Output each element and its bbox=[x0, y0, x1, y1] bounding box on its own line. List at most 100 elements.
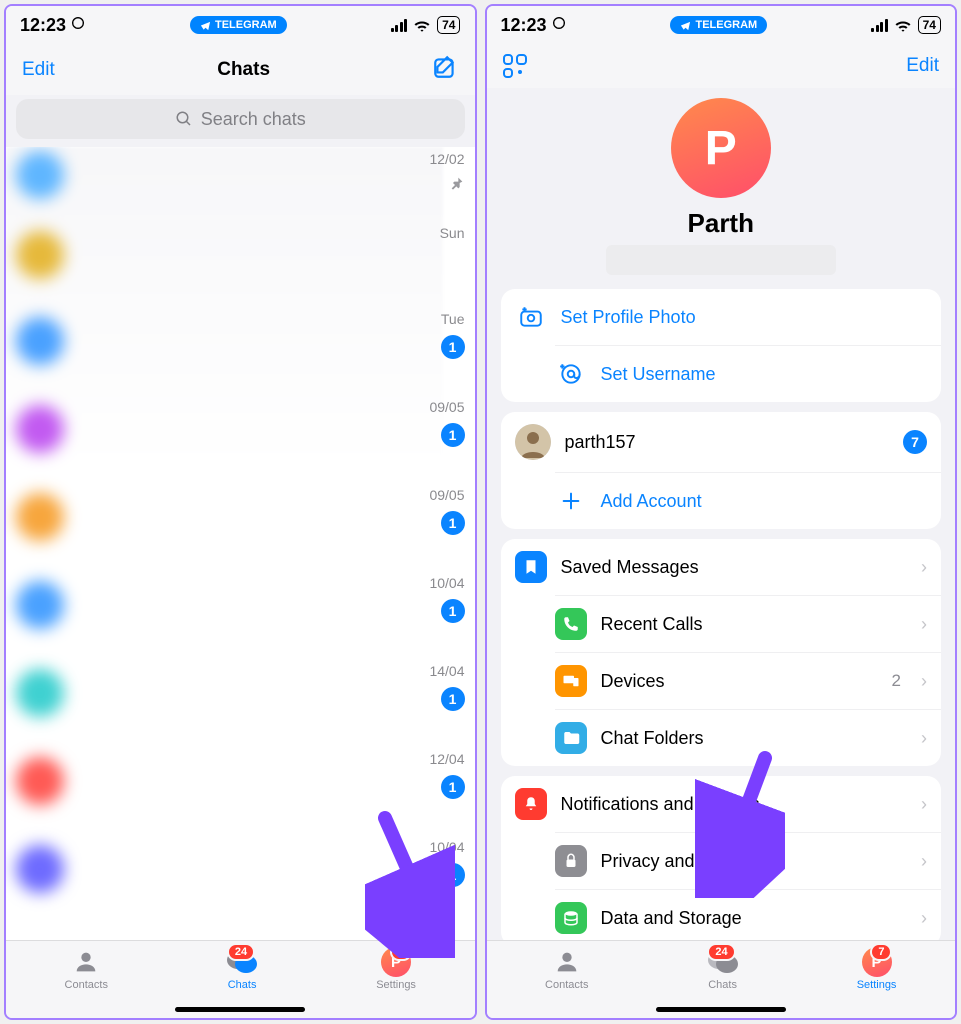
chevron-right-icon: › bbox=[921, 794, 927, 815]
battery-level: 74 bbox=[437, 16, 460, 34]
profile-avatar[interactable]: P bbox=[671, 98, 771, 198]
chat-date: 10/04 bbox=[429, 575, 464, 591]
chat-date: 12/04 bbox=[429, 751, 464, 767]
compose-icon[interactable] bbox=[432, 54, 458, 85]
wifi-icon bbox=[894, 18, 912, 32]
chevron-right-icon: › bbox=[921, 851, 927, 872]
chat-date: 09/05 bbox=[429, 399, 464, 415]
home-indicator[interactable] bbox=[175, 1007, 305, 1012]
telegram-pill[interactable]: TELEGRAM bbox=[190, 16, 287, 34]
signal-icon bbox=[391, 19, 408, 32]
saved-messages-row[interactable]: Saved Messages › bbox=[501, 539, 942, 595]
chat-date: 09/05 bbox=[429, 487, 464, 503]
tab-label: Settings bbox=[376, 979, 416, 991]
location-icon bbox=[70, 15, 86, 36]
tab-contacts[interactable]: Contacts bbox=[545, 947, 588, 991]
search-input[interactable]: Search chats bbox=[16, 99, 465, 139]
status-bar: 12:23 TELEGRAM 74 bbox=[487, 6, 956, 44]
chats-badge: 24 bbox=[707, 943, 735, 961]
row-label: Privacy and Security bbox=[601, 851, 908, 872]
unread-badge: 1 bbox=[441, 335, 465, 359]
phone-chats-screen: 12:23 TELEGRAM 74 Edit Chats Search chat… bbox=[4, 4, 477, 1020]
status-time: 12:23 bbox=[20, 15, 66, 36]
privacy-security-row[interactable]: Privacy and Security › bbox=[555, 832, 942, 889]
chats-nav-header: Edit Chats bbox=[6, 44, 475, 95]
devices-row[interactable]: Devices 2 › bbox=[555, 652, 942, 709]
chat-date: Sun bbox=[440, 225, 465, 241]
add-account-row[interactable]: Add Account bbox=[555, 472, 942, 529]
storage-icon bbox=[555, 902, 587, 934]
signal-icon bbox=[871, 19, 888, 32]
set-profile-photo-row[interactable]: Set Profile Photo bbox=[501, 289, 942, 345]
wifi-icon bbox=[413, 18, 431, 32]
data-storage-row[interactable]: Data and Storage › bbox=[555, 889, 942, 940]
profile-header: P Parth bbox=[487, 98, 956, 275]
settings-badge: 7 bbox=[870, 943, 892, 961]
chat-folders-row[interactable]: Chat Folders › bbox=[555, 709, 942, 766]
chevron-right-icon: › bbox=[921, 908, 927, 929]
tab-label: Contacts bbox=[65, 979, 108, 991]
notifications-row[interactable]: Notifications and Sounds › bbox=[501, 776, 942, 832]
status-time: 12:23 bbox=[501, 15, 547, 36]
edit-button[interactable]: Edit bbox=[22, 59, 55, 81]
chevron-right-icon: › bbox=[921, 671, 927, 692]
search-placeholder: Search chats bbox=[201, 109, 306, 130]
account-avatar bbox=[515, 424, 551, 460]
devices-count: 2 bbox=[892, 671, 901, 691]
profile-subtitle-blurred bbox=[606, 245, 836, 275]
bell-icon bbox=[515, 788, 547, 820]
contact-icon bbox=[550, 947, 584, 977]
unread-badge: 1 bbox=[441, 599, 465, 623]
profile-name: Parth bbox=[503, 208, 940, 239]
page-title: Chats bbox=[217, 59, 270, 81]
unread-badge: 1 bbox=[441, 511, 465, 535]
devices-icon bbox=[555, 665, 587, 697]
chevron-right-icon: › bbox=[921, 728, 927, 749]
row-label: Recent Calls bbox=[601, 614, 908, 635]
unread-badge: 1 bbox=[441, 687, 465, 711]
chat-date: 14/04 bbox=[429, 663, 464, 679]
row-label: Set Username bbox=[601, 364, 928, 385]
row-label: Chat Folders bbox=[601, 728, 908, 749]
tab-settings[interactable]: P 7 Settings bbox=[376, 947, 416, 991]
chat-date: Tue bbox=[441, 311, 465, 327]
telegram-pill[interactable]: TELEGRAM bbox=[670, 16, 767, 34]
blurred-content bbox=[6, 147, 443, 940]
row-label: parth157 bbox=[565, 432, 890, 453]
search-icon bbox=[175, 110, 193, 128]
camera-plus-icon bbox=[515, 301, 547, 333]
row-label: Data and Storage bbox=[601, 908, 908, 929]
tab-settings[interactable]: P 7 Settings bbox=[857, 947, 897, 991]
chats-list[interactable]: 12/02 Sun Tue 1 09/05 1 09/05 1 10/0 bbox=[6, 147, 475, 940]
chevron-right-icon: › bbox=[921, 614, 927, 635]
plus-icon bbox=[555, 485, 587, 517]
phone-icon bbox=[555, 608, 587, 640]
tab-label: Contacts bbox=[545, 979, 588, 991]
status-bar: 12:23 TELEGRAM 74 bbox=[6, 6, 475, 44]
recent-calls-row[interactable]: Recent Calls › bbox=[555, 595, 942, 652]
edit-button[interactable]: Edit bbox=[906, 55, 939, 77]
tab-label: Settings bbox=[857, 979, 897, 991]
chats-badge: 24 bbox=[227, 943, 255, 961]
account-badge: 7 bbox=[903, 430, 927, 454]
row-label: Set Profile Photo bbox=[561, 307, 928, 328]
qr-icon[interactable] bbox=[503, 54, 527, 78]
accounts-card: parth157 7 Add Account bbox=[501, 412, 942, 529]
pill-label: TELEGRAM bbox=[695, 19, 757, 31]
home-indicator[interactable] bbox=[656, 1007, 786, 1012]
chevron-right-icon: › bbox=[921, 557, 927, 578]
tab-contacts[interactable]: Contacts bbox=[65, 947, 108, 991]
tab-chats[interactable]: 24 Chats bbox=[225, 947, 259, 991]
settings-menu-2: Notifications and Sounds › Privacy and S… bbox=[501, 776, 942, 940]
pill-label: TELEGRAM bbox=[215, 19, 277, 31]
chat-date: 10/04 bbox=[429, 839, 464, 855]
row-label: Devices bbox=[601, 671, 878, 692]
profile-actions-card: Set Profile Photo Set Username bbox=[501, 289, 942, 402]
bookmark-icon bbox=[515, 551, 547, 583]
set-username-row[interactable]: Set Username bbox=[555, 345, 942, 402]
account-row[interactable]: parth157 7 bbox=[501, 412, 942, 472]
pin-icon bbox=[449, 175, 465, 196]
row-label: Add Account bbox=[601, 491, 928, 512]
tab-chats[interactable]: 24 Chats bbox=[706, 947, 740, 991]
chat-right-strip: 12/02 Sun Tue 1 09/05 1 09/05 1 10/0 bbox=[419, 147, 475, 940]
